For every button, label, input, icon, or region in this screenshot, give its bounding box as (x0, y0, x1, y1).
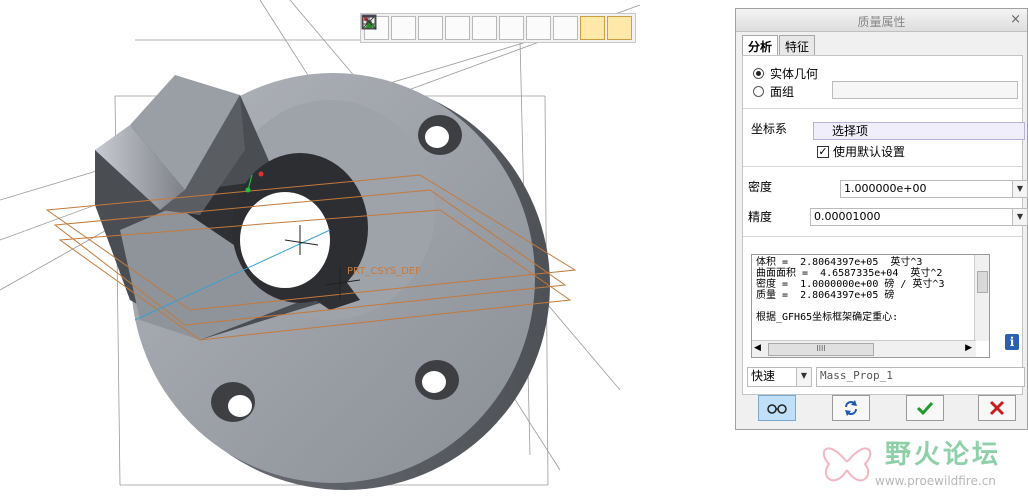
csys-label: 坐标系 (751, 122, 788, 136)
density-field[interactable]: 1.000000e+00 ▼ (840, 180, 1028, 198)
results-lines: 体积 = 2.8064397e+05 英寸^3 曲面面积 = 4.6587335… (756, 257, 945, 323)
quilt-radio[interactable] (753, 86, 764, 97)
use-default-option[interactable]: ✓ 使用默认设置 (817, 143, 905, 160)
analysis-name-field[interactable]: Mass_Prop_1 (816, 367, 1025, 387)
repeat-button[interactable] (832, 395, 870, 421)
quilt-select-field[interactable] (832, 81, 1018, 99)
zoom-out-button[interactable] (362, 15, 443, 40)
use-default-label: 使用默认设置 (833, 145, 906, 159)
ok-button[interactable] (906, 395, 944, 421)
csys-label: PRT_CSYS_DEF (347, 266, 421, 277)
datum-display-button[interactable]: × (362, 15, 578, 40)
watermark-url: www.proewildfire.cn (875, 474, 996, 488)
accuracy-label: 精度 (748, 210, 773, 224)
chevron-down-icon[interactable]: ▼ (1012, 181, 1027, 197)
cancel-button[interactable] (978, 395, 1016, 421)
watermark: 野火论坛 www.proewildfire.cn (815, 430, 1028, 498)
spin-center-button[interactable] (363, 15, 605, 40)
mode-value: 快速 (751, 369, 776, 383)
quilt-label: 面组 (770, 85, 795, 99)
repaint-button[interactable] (362, 15, 470, 40)
view-manager-button[interactable] (362, 16, 551, 40)
csys-select-field[interactable]: 选择项 (813, 122, 1025, 140)
quilt-option[interactable]: 面组 (753, 83, 794, 100)
results-text-area[interactable]: 体积 = 2.8064397e+05 英寸^3 曲面面积 = 4.6587335… (751, 254, 990, 358)
dialog-title-bar[interactable]: 质量属性 × (736, 9, 1027, 32)
accuracy-value: 0.00001000 (814, 210, 881, 223)
close-icon (989, 400, 1005, 416)
analysis-panel: 实体几何 面组 坐标系 选择项 ✓ 使用默认设置 密度 1.000000e+00… (742, 55, 1028, 395)
model-canvas[interactable] (0, 0, 735, 498)
chevron-down-icon[interactable]: ▼ (1012, 209, 1027, 225)
dialog-title: 质量属性 (857, 15, 906, 29)
glasses-icon (767, 404, 787, 414)
results-vertical-scrollbar[interactable] (974, 255, 989, 341)
density-value: 1.000000e+00 (844, 182, 927, 195)
preview-button[interactable] (758, 395, 796, 421)
saved-views-button[interactable]: AB (362, 16, 524, 40)
close-icon[interactable]: × (1010, 12, 1021, 27)
solid-geometry-radio[interactable] (753, 68, 764, 79)
check-icon (916, 401, 934, 416)
view-toolbar: AB × (360, 13, 636, 43)
chevron-down-icon[interactable]: ▼ (796, 368, 811, 386)
annotation-display-button[interactable] (364, 16, 632, 40)
use-default-checkbox[interactable]: ✓ (817, 145, 829, 158)
annotation-display-icon (364, 17, 374, 27)
zoom-in-button[interactable] (362, 15, 416, 40)
graphics-viewport[interactable]: PRT_CSYS_DEF AB × (0, 0, 735, 498)
watermark-text: 野火论坛 (885, 440, 1002, 470)
accuracy-field[interactable]: 0.00001000 ▼ (810, 208, 1028, 226)
mass-properties-dialog: 质量属性 × 分析 特征 实体几何 面组 坐标系 选择项 ✓ 使用默认设置 密度… (735, 8, 1028, 430)
info-icon[interactable]: i (1005, 334, 1019, 350)
mode-select[interactable]: 快速 ▼ (747, 367, 812, 387)
solid-geometry-label: 实体几何 (770, 67, 819, 81)
display-style-button[interactable] (363, 16, 497, 40)
solid-geometry-option[interactable]: 实体几何 (753, 65, 818, 82)
results-horizontal-scrollbar[interactable]: ◀ IIII ▶ (752, 340, 976, 357)
density-label: 密度 (748, 180, 773, 194)
butterfly-logo-icon (822, 447, 872, 482)
refresh-icon (845, 400, 857, 416)
